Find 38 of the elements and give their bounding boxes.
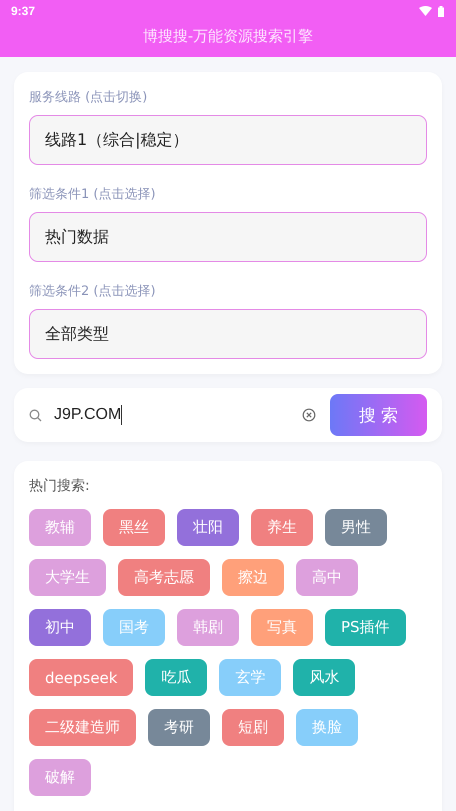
tag[interactable]: 初中 — [29, 609, 91, 646]
tag[interactable]: 破解 — [29, 759, 91, 796]
search-icon — [29, 408, 42, 422]
tag[interactable]: 吃瓜 — [145, 659, 208, 696]
tag[interactable]: 玄学 — [219, 659, 282, 696]
tag[interactable]: 写真 — [251, 609, 313, 646]
tag[interactable]: 男性 — [325, 509, 387, 546]
tag[interactable]: 换脸 — [296, 709, 358, 746]
tag[interactable]: 大学生 — [29, 559, 106, 596]
section-title: 热门搜索: — [29, 477, 91, 495]
clear-icon[interactable] — [302, 408, 316, 422]
select-field[interactable]: 线路1（综合|稳定） — [29, 115, 427, 165]
tag[interactable]: 国考 — [103, 609, 165, 646]
tag[interactable]: 风水 — [293, 659, 356, 696]
battery-icon — [438, 6, 444, 16]
tag[interactable]: 高中 — [296, 559, 358, 596]
tag[interactable]: 二级建造师 — [29, 709, 136, 746]
tag[interactable]: 教辅 — [29, 509, 91, 546]
app-title: 博搜搜-万能资源搜索引擎 — [142, 27, 314, 46]
wifi-icon — [419, 6, 432, 16]
search-field[interactable]: J9P.COM — [54, 405, 302, 425]
field-label: 服务线路 (点击切换) — [29, 89, 148, 106]
select-field[interactable]: 热门数据 — [29, 212, 427, 262]
select-field[interactable]: 全部类型 — [29, 309, 427, 359]
tag[interactable]: 擦边 — [222, 559, 284, 596]
tag[interactable]: 考研 — [148, 709, 210, 746]
tag[interactable]: 养生 — [251, 509, 313, 546]
tag[interactable]: 韩剧 — [177, 609, 239, 646]
tag[interactable]: 高考志愿 — [118, 559, 210, 596]
tag[interactable]: deepseek — [29, 659, 134, 696]
tag[interactable]: 黑丝 — [103, 509, 165, 546]
status-time: 9:37 — [11, 4, 36, 18]
field-label: 筛选条件1 (点击选择) — [29, 186, 157, 203]
tag[interactable]: 壮阳 — [177, 509, 239, 546]
field-label: 筛选条件2 (点击选择) — [29, 283, 157, 300]
search-button[interactable]: 搜 索 — [330, 394, 427, 436]
tag[interactable]: PS插件 — [325, 609, 406, 646]
tag[interactable]: 短剧 — [222, 709, 284, 746]
